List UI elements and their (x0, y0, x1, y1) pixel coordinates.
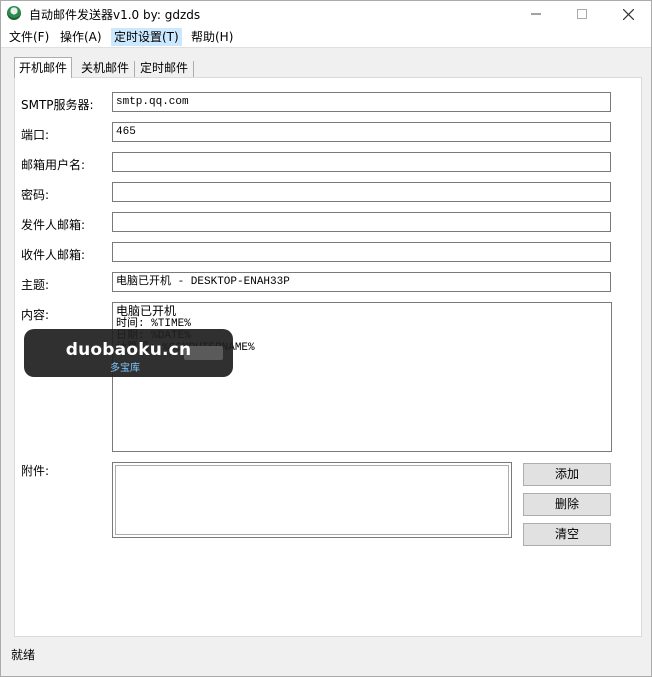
close-icon (622, 8, 634, 20)
password-label: 密码: (21, 188, 50, 202)
menu-operation[interactable]: 操作(A) (57, 28, 105, 46)
add-attachment-button[interactable]: 添加 (523, 463, 611, 486)
smtp-label: SMTP服务器: (21, 98, 94, 112)
app-window: 自动邮件发送器v1.0 by: gdzds 文件(F) 操作(A) 定时设置(T… (0, 0, 652, 677)
username-label: 邮箱用户名: (21, 158, 86, 172)
tab-divider (134, 61, 135, 77)
recipient-email-input[interactable] (112, 242, 611, 262)
recipient-label: 收件人邮箱: (21, 248, 86, 262)
tab-startup-mail[interactable]: 开机邮件 (14, 57, 73, 78)
tab-scheduled-mail[interactable]: 定时邮件 (136, 59, 193, 77)
menu-bar: 文件(F) 操作(A) 定时设置(T) 帮助(H) (1, 27, 651, 47)
menu-file[interactable]: 文件(F) (6, 28, 52, 46)
content-label: 内容: (21, 308, 50, 322)
subject-input[interactable]: 电脑已开机 - DESKTOP-ENAH33P (112, 272, 611, 292)
delete-attachment-button[interactable]: 删除 (523, 493, 611, 516)
watermark-overlay: duobaoku.cn 多宝库 (24, 329, 233, 377)
menu-schedule[interactable]: 定时设置(T) (111, 28, 182, 46)
sender-email-input[interactable] (112, 212, 611, 232)
port-label: 端口: (21, 128, 50, 142)
content-line: 电脑已开机 (116, 304, 177, 318)
username-input[interactable] (112, 152, 611, 172)
window-title: 自动邮件发送器v1.0 by: gdzds (29, 8, 201, 22)
menu-divider (1, 47, 651, 48)
status-text: 就绪 (11, 648, 36, 662)
status-bar: 就绪 (1, 641, 651, 676)
attachment-label: 附件: (21, 464, 50, 478)
watermark-subtext: 多宝库 (110, 363, 140, 374)
sender-label: 发件人邮箱: (21, 218, 86, 232)
watermark-text: duobaoku.cn (65, 340, 192, 360)
clear-attachments-button[interactable]: 清空 (523, 523, 611, 546)
attachment-list[interactable] (112, 462, 512, 538)
content-textarea[interactable]: 电脑已开机 时间: %TIME% 日期: %DATE% 计算机: %COMPUT… (112, 302, 612, 452)
tab-shutdown-mail[interactable]: 关机邮件 (77, 59, 134, 77)
password-input[interactable] (112, 182, 611, 202)
minimize-icon (531, 13, 541, 15)
menu-help[interactable]: 帮助(H) (188, 28, 236, 46)
tab-divider (193, 61, 194, 77)
subject-label: 主题: (21, 278, 50, 292)
maximize-button[interactable] (559, 1, 605, 27)
smtp-server-input[interactable]: smtp.qq.com (112, 92, 611, 112)
title-bar[interactable]: 自动邮件发送器v1.0 by: gdzds (1, 1, 651, 27)
port-input[interactable]: 465 (112, 122, 611, 142)
minimize-button[interactable] (513, 1, 559, 27)
app-icon (7, 6, 21, 20)
maximize-icon (577, 9, 587, 19)
attachment-list-inner (115, 465, 509, 535)
close-button[interactable] (605, 1, 651, 27)
